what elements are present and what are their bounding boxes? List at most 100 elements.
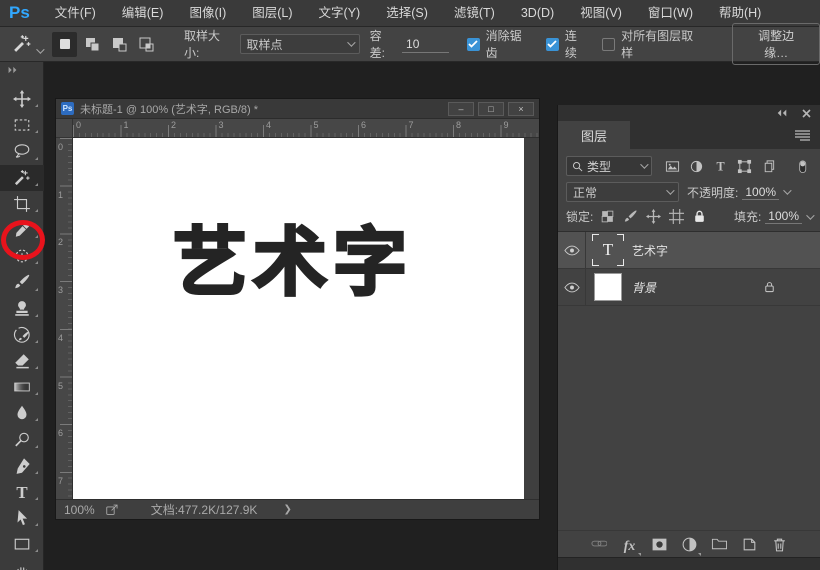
menu-item[interactable]: 滤镜(T) xyxy=(441,0,508,27)
hamburger-menu-icon[interactable] xyxy=(795,121,820,149)
menu-item[interactable]: 窗口(W) xyxy=(635,0,706,27)
new-group-icon[interactable] xyxy=(711,536,728,553)
smart-object-filter-icon[interactable] xyxy=(758,156,778,176)
layer-name[interactable]: 背景 xyxy=(632,279,656,296)
ruler-number: 1 xyxy=(123,120,129,130)
text-layer-thumbnail[interactable]: T xyxy=(592,234,624,266)
share-icon[interactable] xyxy=(105,503,119,517)
tool-path-select[interactable] xyxy=(0,505,44,531)
layer-row-text[interactable]: T 艺术字 xyxy=(558,232,820,269)
layer-mask-icon[interactable] xyxy=(651,536,668,553)
layer-style-icon[interactable]: fx xyxy=(621,536,641,556)
tool-history-brush[interactable] xyxy=(0,322,44,348)
canvas[interactable]: 艺术字 xyxy=(73,138,524,500)
status-chevron-icon[interactable]: ❯ xyxy=(283,504,291,515)
fill-label: 填充: xyxy=(733,210,762,224)
collapse-panel-icon[interactable] xyxy=(776,109,788,117)
tool-lasso[interactable] xyxy=(0,138,44,164)
tool-eraser[interactable] xyxy=(0,348,44,374)
menu-item[interactable]: 文字(Y) xyxy=(306,0,374,27)
intersect-selection-button[interactable] xyxy=(133,32,158,57)
tool-clone-stamp[interactable] xyxy=(0,296,44,322)
zoom-level[interactable]: 100% xyxy=(64,503,95,517)
tool-move[interactable] xyxy=(0,86,44,112)
new-selection-button[interactable] xyxy=(52,31,77,57)
tool-dodge[interactable] xyxy=(0,426,44,452)
chevron-down-icon[interactable] xyxy=(806,210,815,220)
menu-item[interactable]: 3D(D) xyxy=(508,0,567,27)
pixel-filter-icon[interactable] xyxy=(662,156,682,176)
fill-value[interactable]: 100% xyxy=(765,209,802,224)
close-button[interactable]: × xyxy=(508,101,534,116)
tool-eyedropper[interactable] xyxy=(0,217,44,243)
tool-rectangle[interactable] xyxy=(0,531,44,557)
history-brush-icon xyxy=(13,326,31,344)
menu-item[interactable]: 图层(L) xyxy=(239,0,305,27)
subtract-selection-button[interactable] xyxy=(106,32,131,57)
ruler-number: 2 xyxy=(171,120,177,130)
tool-blur[interactable] xyxy=(0,400,44,426)
menu-item[interactable]: 选择(S) xyxy=(373,0,441,27)
document-titlebar[interactable]: Ps 未标题-1 @ 100% (艺术字, RGB/8) * – □ × xyxy=(56,99,539,119)
sample-all-layers-checkbox[interactable] xyxy=(602,37,616,51)
toolbar-collapse-button[interactable] xyxy=(0,62,43,78)
tool-healing-brush[interactable] xyxy=(0,243,44,269)
visibility-eye-icon[interactable] xyxy=(558,269,586,305)
tab-layers[interactable]: 图层 xyxy=(558,121,630,149)
anti-alias-checkbox[interactable] xyxy=(466,37,480,51)
menu-bar: Ps 文件(F) 编辑(E) 图像(I) 图层(L) 文字(Y) 选择(S) 滤镜(T) 3D… xyxy=(0,0,820,27)
lock-label: 锁定: xyxy=(566,210,594,224)
type-icon: T xyxy=(13,483,31,501)
layers-list: T 艺术字 背景 xyxy=(558,231,820,306)
lock-artboard-icon[interactable] xyxy=(669,209,685,224)
ruler-number: 8 xyxy=(456,120,462,130)
shape-filter-icon[interactable] xyxy=(734,156,754,176)
magic-wand-icon xyxy=(12,34,32,54)
lock-position-icon[interactable] xyxy=(646,209,662,224)
sample-size-dropdown[interactable]: 取样点 xyxy=(239,34,360,54)
minimize-button[interactable]: – xyxy=(448,101,474,116)
adjustment-filter-icon[interactable] xyxy=(686,156,706,176)
chevron-down-icon[interactable] xyxy=(783,186,792,195)
tolerance-input[interactable]: 10 xyxy=(402,36,449,53)
blend-mode-dropdown[interactable]: 正常 xyxy=(566,182,679,202)
filter-toggle-icon[interactable] xyxy=(792,156,812,176)
menu-item[interactable]: 编辑(E) xyxy=(109,0,177,27)
menu-item[interactable]: 图像(I) xyxy=(176,0,239,27)
new-layer-icon[interactable] xyxy=(741,536,758,553)
delete-layer-icon[interactable] xyxy=(771,536,788,553)
sample-all-layers-label: 对所有图层取样 xyxy=(621,29,694,60)
tool-brush[interactable] xyxy=(0,269,44,295)
tool-gradient[interactable] xyxy=(0,374,44,400)
link-layers-icon[interactable] xyxy=(590,536,608,553)
lock-transparency-icon[interactable] xyxy=(600,209,615,224)
add-selection-button[interactable] xyxy=(79,32,104,57)
close-panel-icon[interactable] xyxy=(802,108,811,118)
tool-crop[interactable] xyxy=(0,191,44,217)
refine-edge-button[interactable]: 调整边缘… xyxy=(732,23,820,65)
background-layer-thumbnail[interactable] xyxy=(594,273,622,301)
lock-all-icon[interactable] xyxy=(692,209,707,224)
type-filter-icon[interactable]: T xyxy=(710,156,730,176)
ruler-number: 6 xyxy=(58,428,64,439)
filter-type-dropdown[interactable]: 类型 xyxy=(566,156,652,176)
current-tool-indicator[interactable] xyxy=(12,34,45,54)
layer-row-background[interactable]: 背景 xyxy=(558,269,820,306)
tool-marquee[interactable] xyxy=(0,112,44,138)
menu-item[interactable]: 视图(V) xyxy=(567,0,635,27)
adjustment-layer-icon[interactable] xyxy=(681,536,701,556)
move-icon xyxy=(13,90,31,109)
tool-preset-chevron-icon xyxy=(36,45,45,54)
opacity-value[interactable]: 100% xyxy=(742,185,780,200)
visibility-eye-icon[interactable] xyxy=(558,232,586,268)
tool-type[interactable]: T xyxy=(0,479,44,505)
tool-magic-wand[interactable] xyxy=(0,164,44,191)
layer-name[interactable]: 艺术字 xyxy=(632,242,668,259)
lock-icons xyxy=(600,209,707,224)
tool-hand[interactable] xyxy=(0,557,44,570)
lock-pixels-icon[interactable] xyxy=(623,209,638,224)
contiguous-checkbox[interactable] xyxy=(545,37,559,51)
maximize-button[interactable]: □ xyxy=(478,101,504,116)
tool-pen[interactable] xyxy=(0,453,44,479)
menu-item[interactable]: 文件(F) xyxy=(42,0,109,27)
